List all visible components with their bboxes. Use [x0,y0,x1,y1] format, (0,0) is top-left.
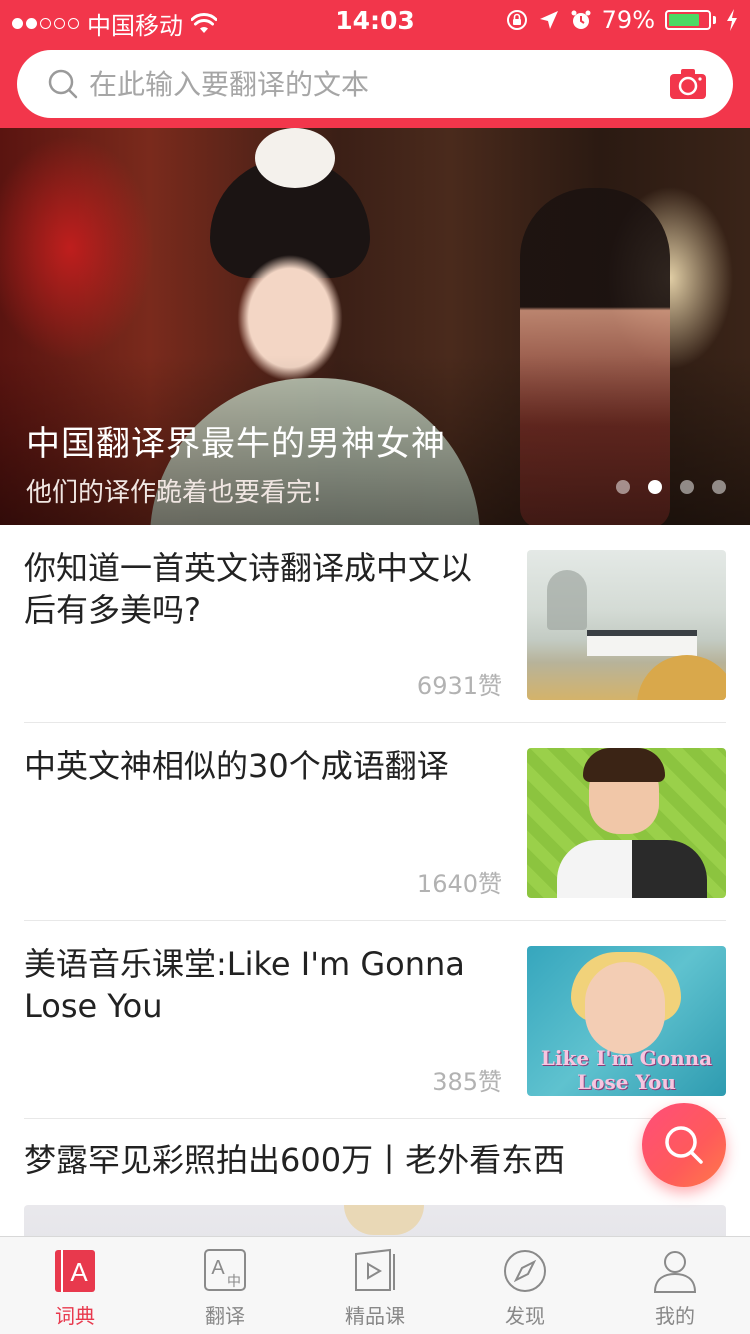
tab-courses[interactable]: 精品课 [300,1237,450,1334]
rotation-lock-icon [506,10,527,30]
tab-label: 词典 [55,1304,95,1328]
battery-icon [665,10,716,30]
article-thumbnail [527,550,726,700]
search-bar[interactable] [17,50,733,118]
article-likes: 6931赞 [416,672,502,700]
tab-label: 翻译 [205,1304,245,1328]
tab-discover[interactable]: 发现 [450,1237,600,1334]
battery-level [669,14,700,26]
article-title: 梦露罕见彩照拍出600万丨老外看东西 [24,1141,566,1179]
bottom-tab-bar: A 词典 A 中 翻译 精品课 发现 我的 [0,1236,750,1334]
article-title: 你知道一首英文诗翻译成中文以后有多美吗? [24,549,473,629]
article-item[interactable]: 你知道一首英文诗翻译成中文以后有多美吗? 6931赞 [24,525,726,723]
pager-dot[interactable] [680,480,694,494]
svg-text:A: A [211,1257,225,1279]
tab-dictionary[interactable]: A 词典 [0,1237,150,1334]
search-input[interactable] [89,67,669,101]
pager-dot[interactable] [712,480,726,494]
tab-profile[interactable]: 我的 [600,1237,750,1334]
article-thumbnail: Like I'm Gonna Lose You [527,946,726,1096]
search-icon [665,1126,703,1164]
tab-label: 发现 [505,1304,545,1328]
alarm-icon [571,10,591,29]
article-thumbnail [527,748,726,898]
article-likes: 385赞 [432,1068,502,1096]
status-bar: 中国移动 14:03 79% [0,0,750,40]
compass-icon [504,1250,546,1292]
banner-subtitle: 他们的译作跪着也要看完! [26,478,323,508]
pager-dot[interactable] [616,480,630,494]
article-item[interactable]: 中英文神相似的30个成语翻译 1640赞 [24,723,726,921]
translate-icon: A 中 [204,1249,246,1291]
location-arrow-icon [539,11,558,29]
tab-label: 精品课 [345,1304,405,1328]
svg-text:A: A [70,1257,88,1287]
tab-label: 我的 [655,1304,695,1328]
article-item[interactable]: 美语音乐课堂:Like I'm Gonna Lose You 385赞 Like… [24,921,726,1119]
status-right: 79% [506,6,738,34]
floating-search-button[interactable] [642,1103,726,1187]
charging-bolt-icon [727,9,737,31]
svg-text:中: 中 [227,1274,241,1290]
article-title: 美语音乐课堂:Like I'm Gonna Lose You [24,945,465,1025]
dictionary-icon: A [55,1250,95,1292]
battery-percent: 79% [601,6,655,34]
featured-banner[interactable]: 中国翻译界最牛的男神女神 他们的译作跪着也要看完! [0,128,750,525]
article-feed: 你知道一首英文诗翻译成中文以后有多美吗? 6931赞 中英文神相似的30个成语翻… [0,525,750,1325]
search-icon [48,69,78,99]
article-likes: 1640赞 [416,870,502,898]
app-screen: 中国移动 14:03 79% 在此输入要翻译的文本 中国翻译界最牛的男神女神 他… [0,0,750,1334]
pager-dot[interactable] [648,480,662,494]
thumbnail-caption: Like I'm Gonna Lose You [540,1046,713,1094]
camera-icon[interactable] [669,68,707,100]
banner-pager[interactable] [616,480,726,494]
tab-translate[interactable]: A 中 翻译 [150,1237,300,1334]
banner-title: 中国翻译界最牛的男神女神 [26,424,446,464]
user-icon [653,1251,697,1293]
article-title: 中英文神相似的30个成语翻译 [24,747,449,785]
course-icon [355,1248,395,1291]
